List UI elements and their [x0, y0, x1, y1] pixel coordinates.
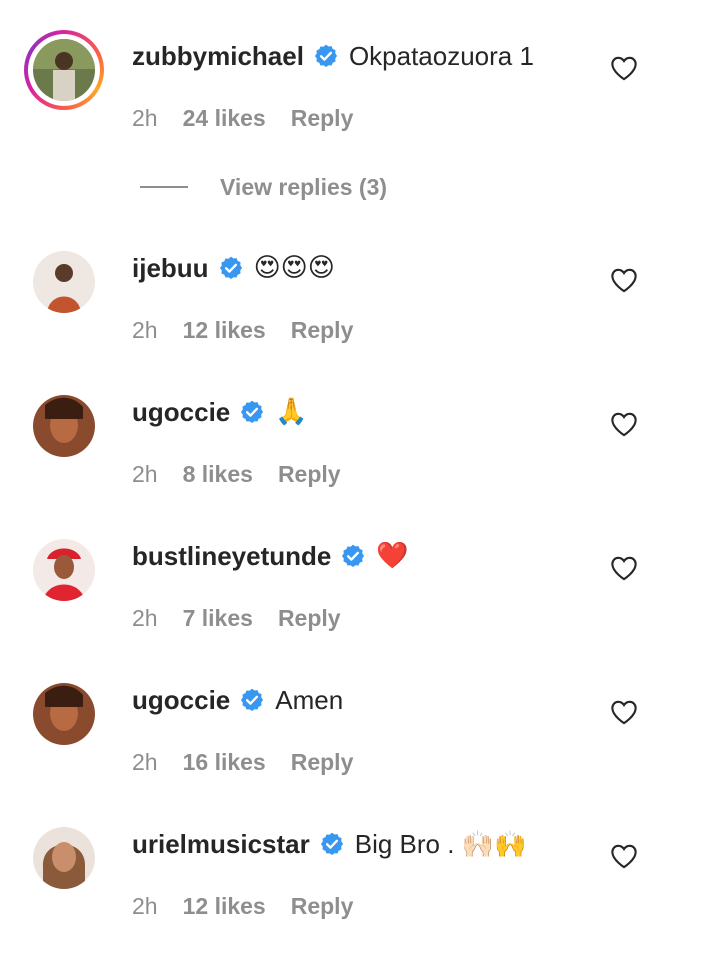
comment-text: 😍😍😍	[253, 253, 335, 283]
like-heart-icon[interactable]	[610, 267, 638, 293]
avatar[interactable]	[33, 827, 95, 889]
like-heart-icon[interactable]	[610, 555, 638, 581]
comment-text: Okpataozuora 1	[348, 40, 534, 71]
like-heart-icon[interactable]	[610, 843, 638, 869]
comment-likes[interactable]: 7 likes	[183, 605, 253, 632]
comment-username[interactable]: ijebuu	[132, 253, 209, 284]
comment-likes[interactable]: 24 likes	[183, 105, 266, 132]
comment-likes[interactable]: 16 likes	[183, 749, 266, 776]
comment-text: ❤️	[376, 541, 409, 571]
like-heart-icon[interactable]	[610, 411, 638, 437]
reply-button[interactable]: Reply	[291, 893, 354, 920]
comment-username[interactable]: ugoccie	[132, 685, 230, 716]
avatar	[33, 39, 95, 101]
avatar[interactable]	[33, 251, 95, 313]
reply-button[interactable]: Reply	[291, 105, 354, 132]
reply-button[interactable]: Reply	[291, 749, 354, 776]
view-replies-button[interactable]: View replies (3)	[140, 170, 387, 204]
comment-likes[interactable]: 12 likes	[183, 317, 266, 344]
replies-divider	[140, 186, 188, 188]
avatar[interactable]	[33, 395, 95, 457]
comment-time: 2h	[132, 316, 158, 343]
avatar[interactable]	[33, 683, 95, 745]
view-replies-label: View replies (3)	[220, 173, 388, 200]
comment-username[interactable]: ugoccie	[132, 397, 230, 428]
verified-badge-icon	[340, 543, 366, 569]
verified-badge-icon	[239, 687, 265, 713]
comment-time: 2h	[132, 892, 158, 919]
reply-button[interactable]: Reply	[278, 461, 341, 488]
like-heart-icon[interactable]	[610, 55, 638, 81]
comment-text: 🙏	[275, 397, 308, 427]
comment-time: 2h	[132, 604, 158, 631]
reply-button[interactable]: Reply	[291, 317, 354, 344]
avatar[interactable]	[33, 539, 95, 601]
comment-username[interactable]: zubbymichael	[132, 41, 304, 72]
comment-time: 2h	[132, 460, 158, 487]
comment-text: Amen	[275, 684, 344, 715]
comment-time: 2h	[132, 104, 158, 131]
comment-username[interactable]: bustlineyetunde	[132, 541, 331, 572]
comment-likes[interactable]: 8 likes	[183, 461, 253, 488]
verified-badge-icon	[218, 255, 244, 281]
comment-username[interactable]: urielmusicstar	[132, 829, 310, 860]
verified-badge-icon	[319, 831, 345, 857]
story-ring[interactable]	[24, 30, 104, 110]
comment-time: 2h	[132, 748, 158, 775]
like-heart-icon[interactable]	[610, 699, 638, 725]
comment-likes[interactable]: 12 likes	[183, 893, 266, 920]
verified-badge-icon	[313, 43, 339, 69]
verified-badge-icon	[239, 399, 265, 425]
reply-button[interactable]: Reply	[278, 605, 341, 632]
comment-text: Big Bro . 🙌🏻🙌	[354, 828, 527, 859]
